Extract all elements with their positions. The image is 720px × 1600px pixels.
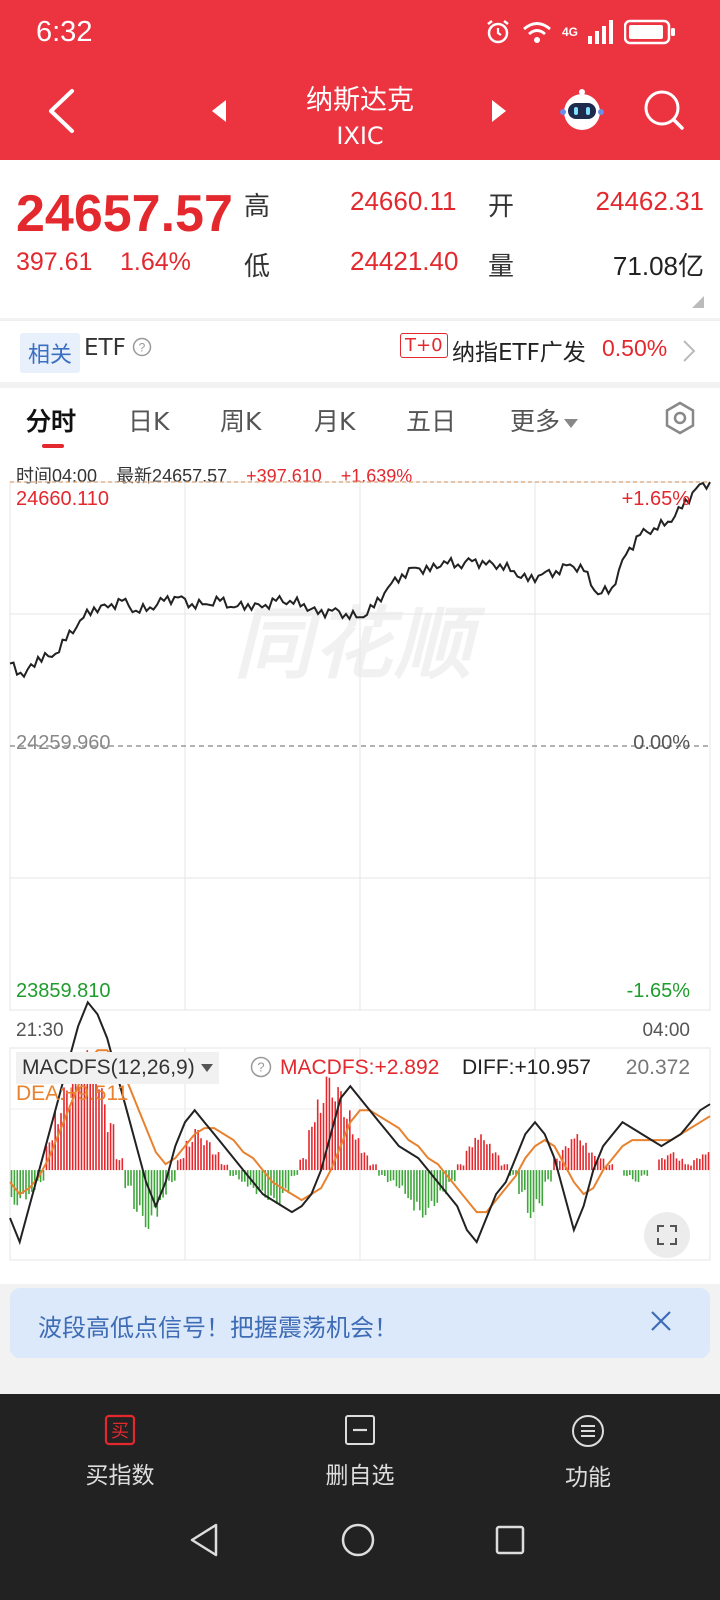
buy-index-button[interactable]: 买 买指数	[50, 1414, 190, 1490]
expand-corner-icon[interactable]	[692, 296, 704, 308]
quote-panel: 24657.57 397.61 1.64% 高 24660.11 开 24462…	[0, 160, 720, 318]
tab-monthly-k[interactable]: 月K	[314, 402, 355, 438]
page: 6:32 4G 纳斯达克 IXIC 24657.57 397.61 1.64% …	[0, 0, 720, 1600]
remove-watchlist-button[interactable]: 删自选	[290, 1414, 430, 1490]
network-type: 4G	[561, 25, 578, 39]
bottom-action-bar: 买 买指数 删自选 功能	[0, 1394, 720, 1600]
expand-icon	[657, 1225, 677, 1245]
pct-base-label: 0.00%	[633, 732, 690, 754]
nav-back-icon[interactable]	[188, 1522, 220, 1558]
x-end-label: 04:00	[642, 1020, 690, 1041]
macd-indicator-select[interactable]: MACDFS(12,26,9)	[16, 1052, 219, 1084]
volume-value: 71.08亿	[612, 251, 704, 281]
open-value: 24462.31	[595, 186, 704, 216]
top-bar: 6:32 4G 纳斯达克 IXIC	[0, 0, 720, 160]
etf-pct: 0.50%	[602, 335, 668, 361]
nav-home-icon[interactable]	[340, 1522, 376, 1558]
promo-banner[interactable]: 波段高低点信号！把握震荡机会！	[10, 1288, 710, 1358]
svg-text:?: ?	[257, 1060, 264, 1075]
intraday-chart[interactable]	[0, 452, 720, 1284]
tab-intraday[interactable]: 分时	[26, 402, 76, 438]
macd-value: MACDFS:+2.892	[280, 1056, 440, 1079]
open-label: 开	[488, 192, 515, 222]
related-etf-row[interactable]: 相关 ETF ? T+0 纳指ETF广发 0.50%	[0, 320, 720, 382]
tab-daily-k[interactable]: 日K	[128, 402, 169, 438]
tab-weekly-k[interactable]: 周K	[220, 402, 261, 438]
related-tag: 相关	[20, 333, 81, 373]
search-icon[interactable]	[642, 88, 686, 132]
buy-index-label: 买指数	[85, 1463, 155, 1489]
chevron-down-icon	[200, 1064, 213, 1073]
menu-circle-icon	[572, 1415, 604, 1447]
price-change-pct: 1.64%	[120, 248, 191, 276]
page-subtitle: IXIC	[336, 122, 384, 150]
status-time: 6:32	[36, 16, 93, 48]
chevron-down-icon	[564, 418, 579, 428]
buy-icon: 买	[104, 1414, 136, 1446]
y-max-label: 24660.110	[16, 488, 110, 510]
chevron-right-icon	[683, 340, 696, 362]
low-label: 低	[244, 252, 271, 282]
signal-icon	[588, 20, 613, 44]
macd-title: MACDFS(12,26,9)	[22, 1056, 195, 1079]
current-price: 24657.57	[16, 185, 233, 243]
tab-five-day[interactable]: 五日	[406, 402, 456, 438]
y-base-label: 24259.960	[16, 732, 111, 754]
functions-button[interactable]: 功能	[518, 1414, 658, 1492]
robot-assistant-icon[interactable]	[558, 86, 606, 134]
next-index-button[interactable]	[492, 100, 506, 122]
buy-icon-text: 买	[111, 1421, 129, 1442]
remove-watchlist-label: 删自选	[325, 1463, 395, 1489]
help-icon[interactable]: ?	[132, 337, 152, 357]
diff-value: DIFF:+10.957	[462, 1056, 591, 1079]
chart-tabs: 分时 日K 周K 月K 五日 更多	[0, 388, 720, 452]
pct-min-label: -1.65%	[626, 980, 690, 1002]
settings-icon[interactable]	[662, 400, 698, 436]
svg-text:?: ?	[139, 341, 146, 355]
chart-panel: 时间04:00 最新24657.57 +397.610 +1.639% 同花顺 …	[0, 452, 720, 1284]
wifi-icon	[523, 22, 551, 43]
remove-square-icon	[345, 1415, 375, 1445]
active-tab-indicator	[42, 444, 64, 448]
pct-max-label: +1.65%	[621, 488, 690, 510]
high-label: 高	[244, 192, 271, 222]
x-start-label: 21:30	[16, 1020, 64, 1041]
etf-label: ETF	[84, 335, 126, 361]
dea-value: DEA:+9.511	[16, 1082, 129, 1105]
etf-name: 纳指ETF广发	[452, 340, 586, 366]
price-change: 397.61	[16, 248, 93, 276]
y-min-label: 23859.810	[16, 980, 111, 1002]
tab-more-label: 更多	[510, 407, 561, 436]
help-icon[interactable]: ?	[250, 1056, 272, 1078]
system-nav-bar	[0, 1512, 720, 1572]
t0-badge: T+0	[400, 333, 448, 358]
macd-y-top-label: 20.372	[625, 1056, 690, 1079]
status-icons: 4G	[484, 18, 676, 46]
high-value: 24660.11	[350, 186, 457, 216]
tab-more[interactable]: 更多	[510, 402, 579, 438]
alarm-icon	[487, 20, 509, 44]
functions-label: 功能	[565, 1465, 611, 1491]
banner-text: 波段高低点信号！把握震荡机会！	[38, 1314, 398, 1342]
fullscreen-button[interactable]	[644, 1212, 690, 1258]
nav-recents-icon[interactable]	[494, 1524, 526, 1556]
volume-label: 量	[488, 252, 515, 282]
page-title: 纳斯达克	[306, 85, 414, 116]
battery-icon	[624, 19, 675, 45]
low-value: 24421.40	[350, 246, 459, 276]
close-icon[interactable]	[650, 1310, 672, 1332]
